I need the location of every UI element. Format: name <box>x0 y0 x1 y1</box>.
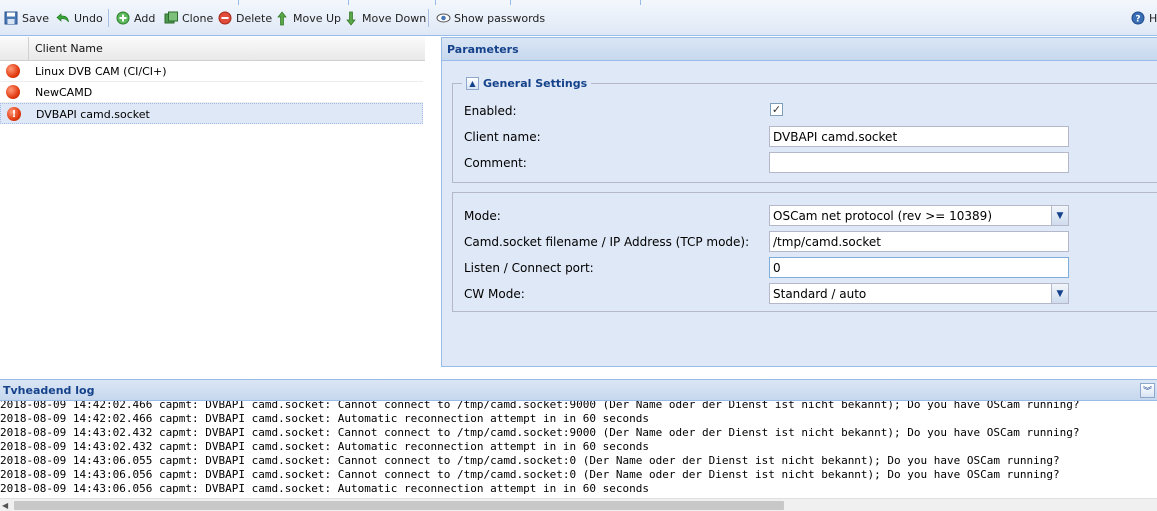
parameters-header: Parameters <box>442 38 1157 61</box>
log-line: 2018-08-09 14:43:02.432 capmt: DVBAPI ca… <box>0 426 1080 439</box>
app-root: Save Undo Add Clone Delete Move Up Move … <box>0 0 1157 511</box>
general-settings-legend: ▲ General Settings <box>462 75 592 91</box>
scrollbar-thumb[interactable] <box>14 501 784 510</box>
clone-label: Clone <box>182 11 214 25</box>
save-icon <box>3 10 19 26</box>
log-line: 2018-08-09 14:43:06.056 capmt: DVBAPI ca… <box>0 468 1060 481</box>
move-up-button[interactable]: Move Up <box>274 9 341 27</box>
clone-icon <box>163 10 179 26</box>
move-up-label: Move Up <box>293 11 342 25</box>
svg-text:?: ? <box>1135 15 1140 25</box>
undo-label: Undo <box>74 11 103 25</box>
undo-button[interactable]: Undo <box>55 9 103 27</box>
toolbar-separator <box>108 9 109 27</box>
chevron-down-icon[interactable]: ▼ <box>1051 206 1068 225</box>
cw-mode-label: CW Mode: <box>464 287 525 301</box>
collapse-icon[interactable]: ▲ <box>466 76 479 90</box>
log-header: Tvheadend log ︾ <box>0 379 1157 401</box>
tab-divider <box>238 0 239 5</box>
table-row-selected[interactable]: ! DVBAPI camd.socket <box>0 103 423 124</box>
help-button[interactable]: ? He <box>1130 9 1157 27</box>
comment-label: Comment: <box>464 156 527 170</box>
parameters-title: Parameters <box>447 43 519 56</box>
toolbar-separator <box>428 9 429 27</box>
status-red-icon <box>6 64 20 78</box>
log-line: 2018-08-09 14:42:02.466 capmt: DVBAPI ca… <box>0 412 650 425</box>
log-body: 2018-08-09 14:42:02.466 capmt: DVBAPI ca… <box>0 401 1157 498</box>
client-grid: Client Name Linux DVB CAM (CI/CI+) NewCA… <box>0 37 425 370</box>
client-name-label: Client name: <box>464 130 541 144</box>
tab-divider <box>510 0 511 5</box>
client-name-input[interactable]: DVBAPI camd.socket <box>769 126 1069 147</box>
help-icon: ? <box>1130 10 1146 26</box>
status-error-icon: ! <box>7 107 21 121</box>
cw-mode-select[interactable]: Standard / auto ▼ <box>769 283 1069 304</box>
table-row[interactable]: NewCAMD <box>0 82 423 103</box>
move-down-label: Move Down <box>362 11 427 25</box>
show-passwords-button[interactable]: Show passwords <box>435 9 545 27</box>
delete-icon <box>217 10 233 26</box>
move-down-button[interactable]: Move Down <box>343 9 426 27</box>
log-line: 2018-08-09 14:43:02.432 capmt: DVBAPI ca… <box>0 440 650 453</box>
table-row[interactable]: Linux DVB CAM (CI/CI+) <box>0 61 423 82</box>
mode-select[interactable]: OSCam net protocol (rev >= 10389) ▼ <box>769 205 1069 226</box>
cw-mode-value: Standard / auto <box>773 287 867 301</box>
client-name-cell: NewCAMD <box>35 86 93 99</box>
socket-label: Camd.socket filename / IP Address (TCP m… <box>464 235 750 249</box>
mode-value: OSCam net protocol (rev >= 10389) <box>773 209 992 223</box>
save-button[interactable]: Save <box>3 9 49 27</box>
general-settings-title: General Settings <box>483 76 588 90</box>
log-line: 2018-08-09 14:43:06.056 capmt: DVBAPI ca… <box>0 482 650 495</box>
tab-divider <box>435 0 436 5</box>
grid-header: Client Name <box>0 37 425 61</box>
add-icon <box>115 10 131 26</box>
panel-splitter[interactable] <box>426 37 440 370</box>
parameters-panel: Parameters ▲ General Settings Enabled: ✓… <box>441 37 1157 367</box>
tab-divider <box>640 0 641 5</box>
eye-icon <box>435 10 451 26</box>
enabled-label: Enabled: <box>464 104 517 118</box>
save-label: Save <box>22 11 50 25</box>
mode-label: Mode: <box>464 209 501 223</box>
column-header-client-name[interactable]: Client Name <box>35 42 103 55</box>
scroll-left-icon[interactable]: ◀ <box>2 501 8 510</box>
log-line: 2018-08-09 14:42:02.466 capmt: DVBAPI ca… <box>0 401 1080 411</box>
double-chevron-down-icon[interactable]: ︾ <box>1140 383 1155 398</box>
log-title: Tvheadend log <box>3 384 95 397</box>
add-label: Add <box>134 11 156 25</box>
column-divider <box>28 37 29 61</box>
client-name-cell: DVBAPI camd.socket <box>36 108 150 121</box>
delete-button[interactable]: Delete <box>217 9 272 27</box>
horizontal-scrollbar[interactable]: ◀ <box>0 498 1157 511</box>
client-name-cell: Linux DVB CAM (CI/CI+) <box>35 65 167 78</box>
arrow-down-icon <box>343 10 359 26</box>
show-passwords-label: Show passwords <box>454 11 546 25</box>
status-red-icon <box>6 85 20 99</box>
socket-input[interactable]: /tmp/camd.socket <box>769 231 1069 252</box>
enabled-checkbox[interactable]: ✓ <box>770 103 783 116</box>
delete-label: Delete <box>236 11 273 25</box>
tab-divider <box>348 0 349 5</box>
toolbar: Save Undo Add Clone Delete Move Up Move … <box>0 0 1157 36</box>
arrow-up-icon <box>274 10 290 26</box>
undo-icon <box>55 10 71 26</box>
log-line: 2018-08-09 14:43:06.055 capmt: DVBAPI ca… <box>0 454 1060 467</box>
clone-button[interactable]: Clone <box>163 9 213 27</box>
help-label: He <box>1149 11 1157 25</box>
port-input[interactable]: 0 <box>769 257 1069 278</box>
add-button[interactable]: Add <box>115 9 155 27</box>
port-label: Listen / Connect port: <box>464 261 594 275</box>
comment-input[interactable] <box>769 152 1069 173</box>
chevron-down-icon[interactable]: ▼ <box>1051 284 1068 303</box>
